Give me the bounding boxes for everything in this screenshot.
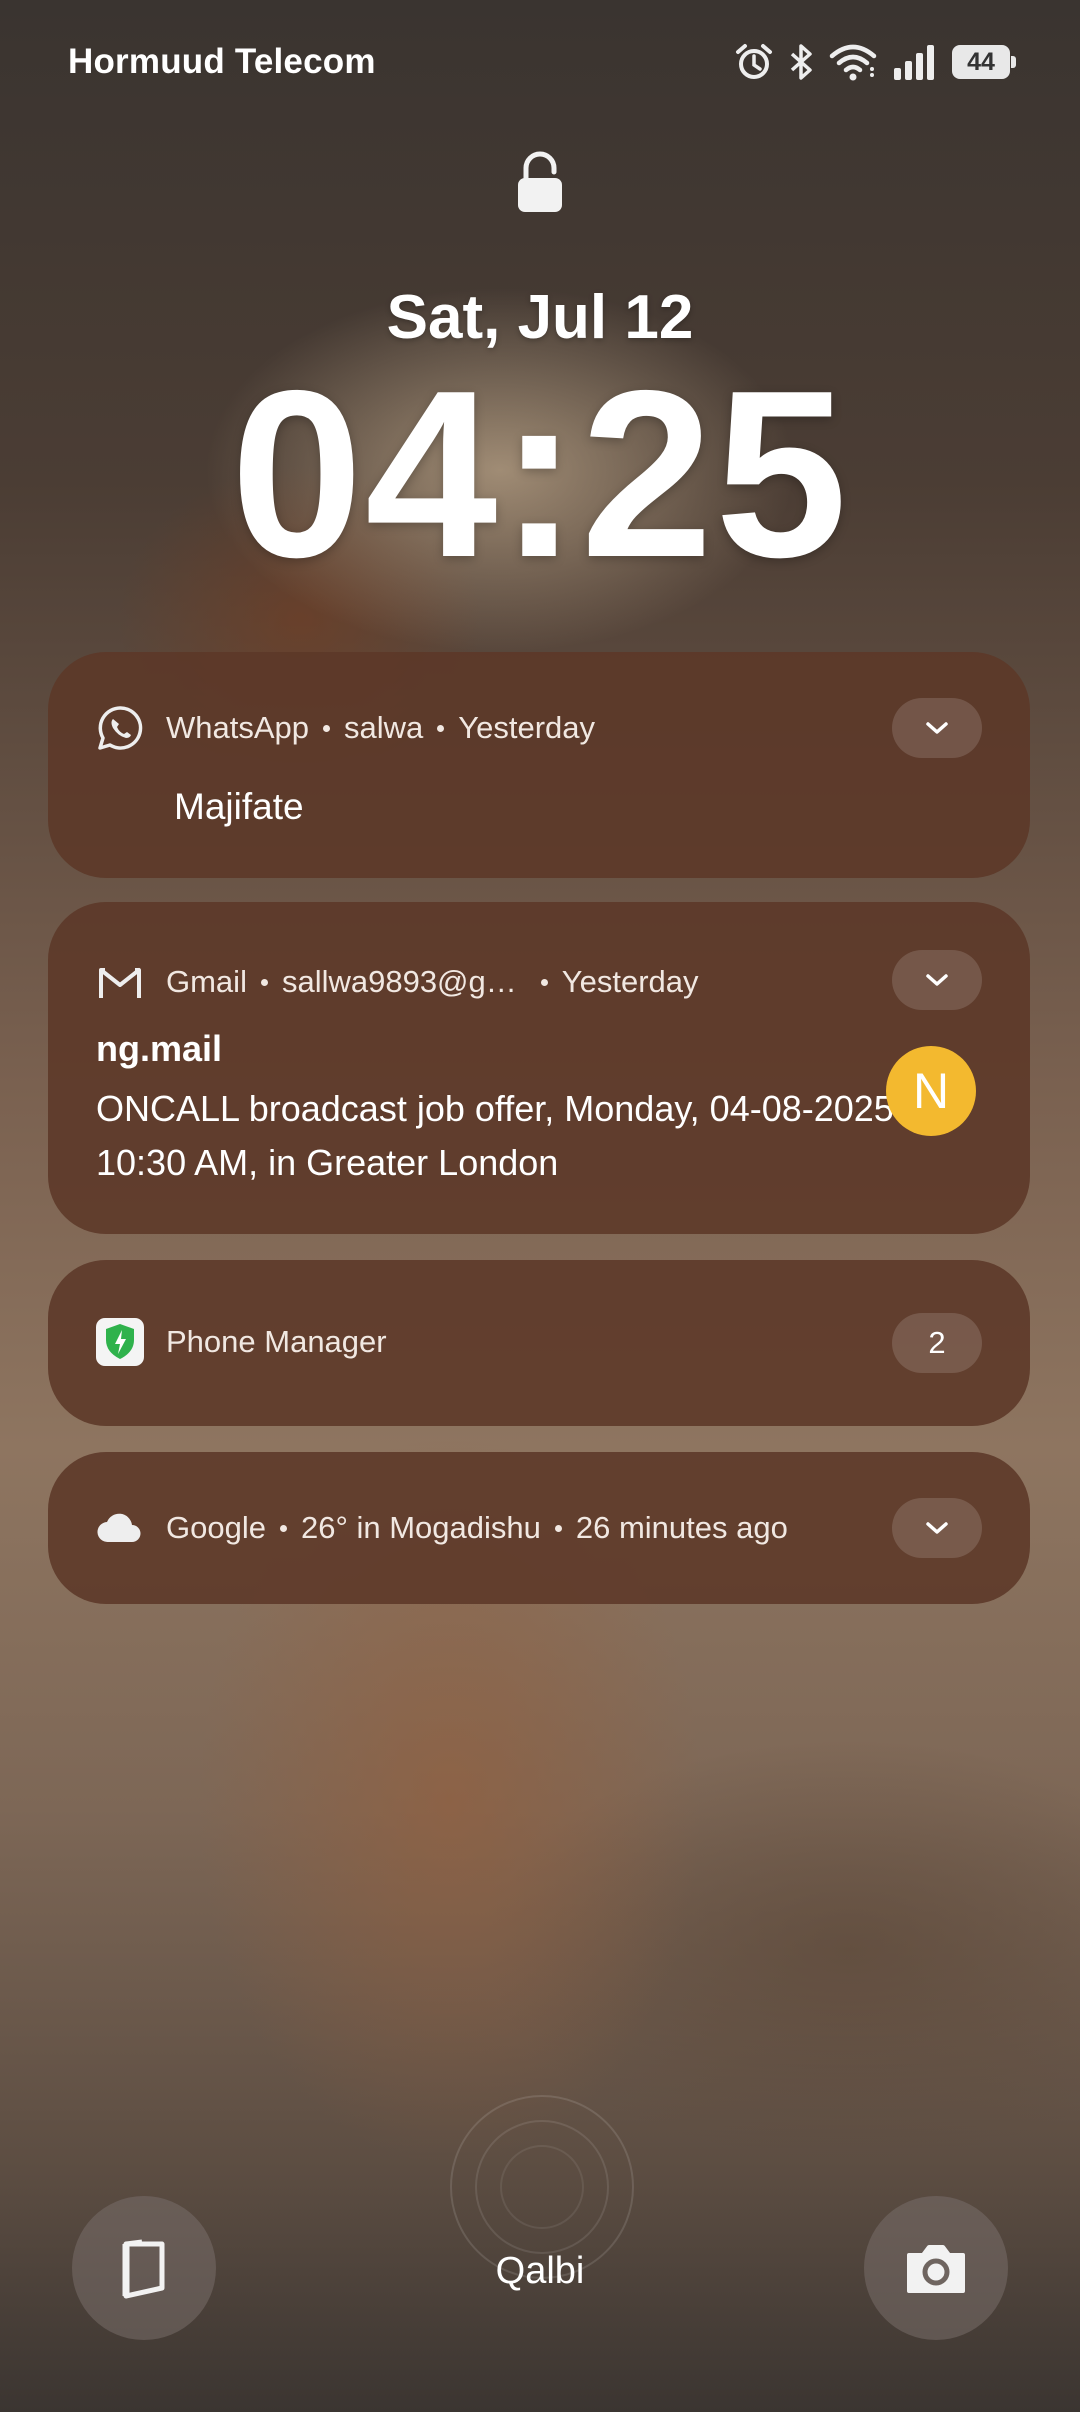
fingerprint-ring xyxy=(500,2145,584,2229)
whatsapp-icon xyxy=(96,704,144,752)
alarm-icon xyxy=(734,42,774,82)
notification-time: Yesterday xyxy=(458,710,596,745)
bluetooth-icon xyxy=(788,42,814,82)
notification-app-name: Gmail xyxy=(166,964,247,999)
carrier-name: Hormuud Telecom xyxy=(68,42,376,81)
notification-app-name: Google xyxy=(166,1510,266,1545)
notification-header: Phone Manager xyxy=(96,1318,982,1366)
lockscreen-clock: 04:25 xyxy=(230,342,850,607)
expand-button[interactable] xyxy=(892,698,982,758)
notification-account: sallwa9893@g… xyxy=(281,964,517,999)
notification-sender: salwa xyxy=(344,710,424,745)
notification-detail: 26° in Mogadishu xyxy=(300,1510,541,1545)
battery-percent: 44 xyxy=(967,48,995,76)
status-icons: 44 xyxy=(734,36,1016,88)
phone-manager-shield-icon xyxy=(96,1318,144,1366)
camera-icon xyxy=(907,2245,965,2293)
signal-icon xyxy=(892,42,938,82)
notification-time: 26 minutes ago xyxy=(575,1510,788,1545)
camera-shortcut-button[interactable] xyxy=(864,2196,1008,2340)
notification-header: WhatsApp salwa Yesterday xyxy=(96,704,982,752)
cloud-icon xyxy=(96,1504,144,1552)
gmail-icon xyxy=(96,958,144,1006)
notification-title: ng.mail xyxy=(96,1028,223,1069)
notification-app-name: Phone Manager xyxy=(166,1324,387,1359)
notification-header: Google 26° in Mogadishu 26 minutes ago xyxy=(96,1504,982,1552)
expand-button[interactable] xyxy=(892,1498,982,1558)
wifi-icon xyxy=(828,42,878,82)
notification-count-badge[interactable]: 2 xyxy=(892,1313,982,1373)
battery-icon: 44 xyxy=(952,45,1016,79)
chevron-down-icon xyxy=(926,974,948,986)
notification-time: Yesterday xyxy=(561,964,699,999)
notification-header: Gmail sallwa9893@g… Yesterday xyxy=(96,958,982,1006)
avatar: N xyxy=(886,1046,976,1136)
notification-app-name: WhatsApp xyxy=(166,710,310,745)
notification-gmail[interactable]: Gmail sallwa9893@g… Yesterday ng.mail ON… xyxy=(48,902,1030,1234)
notification-body: Majifate xyxy=(174,786,304,827)
status-bar: Hormuud Telecom 44 xyxy=(0,0,1080,130)
chevron-down-icon xyxy=(926,722,948,734)
lock-icon[interactable] xyxy=(516,150,564,219)
notification-whatsapp[interactable]: WhatsApp salwa Yesterday Majifate xyxy=(48,652,1030,878)
notification-phone-manager[interactable]: Phone Manager 2 xyxy=(48,1260,1030,1426)
expand-button[interactable] xyxy=(892,950,982,1010)
notification-google[interactable]: Google 26° in Mogadishu 26 minutes ago xyxy=(48,1452,1030,1604)
notification-body: ONCALL broadcast job offer, Monday, 04-0… xyxy=(96,1088,894,1183)
chevron-down-icon xyxy=(926,1522,948,1534)
